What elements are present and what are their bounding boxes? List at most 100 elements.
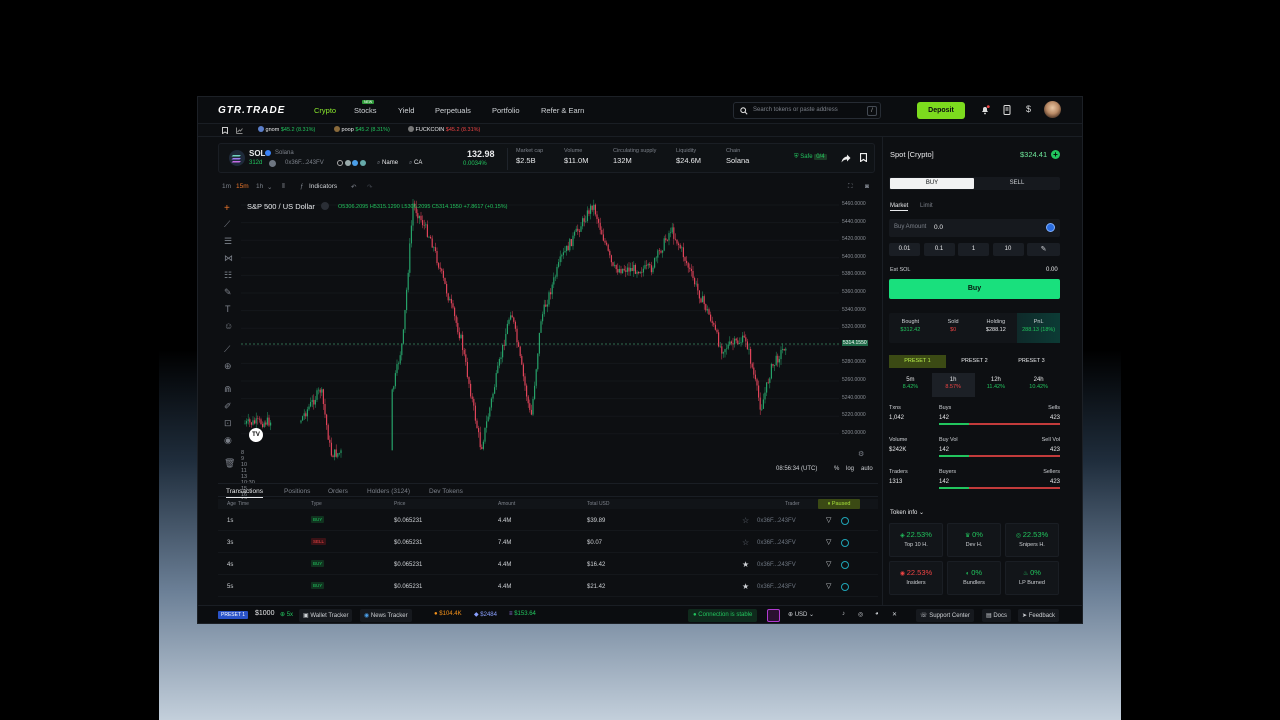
filter-icon[interactable]: ▽ — [826, 516, 831, 524]
eye-icon[interactable]: ◉ — [224, 435, 232, 446]
explorer-icon[interactable] — [841, 517, 849, 525]
tab-holders[interactable]: Holders (3124) — [367, 488, 410, 495]
trash-icon[interactable]: 🗑 — [224, 458, 235, 469]
globe-icon[interactable] — [337, 160, 343, 166]
star-icon[interactable]: ★ — [742, 582, 749, 591]
percent-toggle[interactable]: % — [834, 466, 839, 472]
support-button[interactable]: ☏ Support Center — [916, 609, 974, 622]
sol-token-icon[interactable] — [1046, 223, 1055, 232]
period-tab[interactable]: 5m 8.42% — [889, 373, 932, 397]
projection-icon[interactable]: ☷ — [224, 270, 232, 281]
brush-icon[interactable]: ✎ — [224, 287, 232, 298]
quick-amount-button[interactable]: 0.01 — [889, 243, 920, 256]
docs-button[interactable]: ▤ Docs — [982, 609, 1012, 622]
filter-icon[interactable]: ▽ — [826, 560, 831, 568]
paused-button[interactable]: ⏸ Paused — [818, 499, 860, 509]
news-tracker-button[interactable]: ◉ News Tracker — [360, 609, 412, 622]
lock-drawings-icon[interactable]: ✐ — [224, 401, 232, 412]
avatar[interactable] — [1044, 101, 1061, 118]
search-name-link[interactable]: ⌕ Name — [377, 160, 398, 167]
add-funds-icon[interactable]: + — [1051, 150, 1060, 159]
search-ca-link[interactable]: ⌕ CA — [409, 160, 422, 167]
explorer-icon[interactable] — [841, 583, 849, 591]
edit-icon[interactable]: ✎ — [1027, 243, 1060, 256]
phone-icon[interactable] — [1003, 105, 1011, 115]
row-trader[interactable]: 0x36F...243FV — [757, 518, 796, 524]
star-icon[interactable]: ☆ — [742, 516, 749, 525]
trendline-icon[interactable]: ⟋ — [224, 219, 230, 230]
bookmark-icon[interactable] — [222, 127, 228, 134]
zoom-icon[interactable]: ⊕ — [224, 361, 232, 372]
ticker-item[interactable]: FUCKCOIN $45.2 (8.31%) — [408, 126, 480, 133]
table-row[interactable]: 1s BUY $0.065231 4.4M $39.89 ☆ 0x36F...243FV ▽ — [218, 511, 878, 531]
auto-toggle[interactable]: auto — [861, 466, 873, 472]
instagram-icon[interactable]: ◎ — [858, 611, 863, 618]
fib-icon[interactable]: ☰ — [224, 236, 232, 247]
tab-positions[interactable]: Positions — [284, 488, 310, 495]
nav-portfolio[interactable]: Portfolio — [492, 106, 520, 115]
safe-badge[interactable]: ⛨ Safe 0/4 — [794, 154, 827, 161]
period-tab[interactable]: 12h 11.42% — [975, 373, 1018, 397]
explorer-icon[interactable] — [841, 561, 849, 569]
dollar-icon[interactable]: $ — [1026, 104, 1031, 114]
token-address[interactable]: 0x36F...243FV — [285, 160, 324, 166]
ticker-item[interactable]: poop $45.2 (8.31%) — [334, 126, 390, 133]
undo-icon[interactable]: ↶ — [351, 183, 356, 191]
row-trader[interactable]: 0x36F...243FV — [757, 540, 796, 546]
star-icon[interactable]: ★ — [742, 560, 749, 569]
quick-amount-button[interactable]: 10 — [992, 243, 1024, 256]
log-toggle[interactable]: log — [846, 466, 854, 472]
row-trader[interactable]: 0x36F...243FV — [757, 584, 796, 590]
quick-amount-button[interactable]: 0.1 — [923, 243, 955, 256]
chart-line-icon[interactable] — [236, 127, 243, 134]
filter-icon[interactable]: ▽ — [826, 582, 831, 590]
filter-icon[interactable]: ▽ — [826, 538, 831, 546]
token-info-toggle[interactable]: Token info ⌄ — [890, 509, 924, 516]
period-tab[interactable]: 1h 8.57% — [931, 373, 975, 397]
preset-tab[interactable]: PRESET 1 — [889, 355, 946, 368]
x-icon[interactable]: ✕ — [892, 611, 897, 618]
emoji-icon[interactable]: ☺ — [224, 321, 233, 331]
sell-tab[interactable]: SELL — [975, 178, 1059, 189]
period-tab[interactable]: 24h 10.42% — [1017, 373, 1060, 397]
buy-tab[interactable]: BUY — [890, 178, 974, 189]
price-chart[interactable]: S&P 500 / US Dollar O5306.2095 H5315.129… — [241, 199, 877, 470]
search-box[interactable]: Search tokens or paste address / — [733, 102, 881, 119]
discord-icon[interactable]: ◕ — [875, 611, 879, 617]
camera-icon[interactable]: ◙ — [865, 183, 869, 190]
interval-15m[interactable]: 15m — [236, 183, 249, 190]
interval-1h[interactable]: 1h — [256, 183, 263, 190]
nav-yield[interactable]: Yield — [398, 106, 414, 115]
status-app-icon[interactable] — [767, 609, 780, 622]
chevron-down-icon[interactable]: ⌄ — [267, 183, 272, 191]
share-icon[interactable] — [841, 154, 851, 163]
ruler-icon[interactable]: ⟋ — [224, 344, 230, 355]
preset-badge[interactable]: PRESET 1 — [218, 611, 249, 619]
candles-icon[interactable]: ⫴ — [282, 183, 285, 191]
star-icon[interactable]: ☆ — [742, 538, 749, 547]
collapse-icon[interactable] — [321, 202, 329, 210]
magnet-icon[interactable]: ⋒ — [224, 384, 232, 395]
currency-select[interactable]: ⊕ USD ⌄ — [788, 611, 814, 618]
indicators-button[interactable]: Indicators — [309, 183, 337, 190]
table-row[interactable]: 5s BUY $0.065231 4.4M $21.42 ★ 0x36F...243FV ▽ — [218, 577, 878, 597]
fullscreen-icon[interactable]: ⛶ — [848, 183, 853, 191]
text-icon[interactable]: T — [225, 304, 231, 314]
bell-icon[interactable] — [980, 105, 990, 115]
row-trader[interactable]: 0x36F...243FV — [757, 562, 796, 568]
table-row[interactable]: 3s SELL $0.065231 7.4M $0.07 ☆ 0x36F...243FV ▽ — [218, 533, 878, 553]
tab-dev-tokens[interactable]: Dev Tokens — [429, 488, 463, 495]
interval-1m[interactable]: 1m — [222, 183, 231, 190]
tiktok-icon[interactable]: ♪ — [842, 611, 845, 617]
tab-transactions[interactable]: Transactions — [226, 488, 263, 498]
ticker-item[interactable]: gnom $45.2 (8.31%) — [258, 126, 315, 133]
wallet-tracker-button[interactable]: ▣ Wallet Tracker — [299, 609, 353, 622]
crosshair-icon[interactable]: + — [224, 203, 230, 214]
buy-amount-input[interactable]: Buy Amount 0.0 — [889, 219, 1060, 237]
pattern-icon[interactable]: ⋈ — [224, 253, 233, 264]
nav-refer[interactable]: Refer & Earn — [541, 106, 584, 115]
bookmark-icon[interactable] — [860, 153, 867, 162]
market-tab[interactable]: Market — [890, 203, 909, 211]
nav-crypto[interactable]: Crypto — [314, 106, 336, 115]
creator-icon[interactable] — [269, 160, 276, 167]
